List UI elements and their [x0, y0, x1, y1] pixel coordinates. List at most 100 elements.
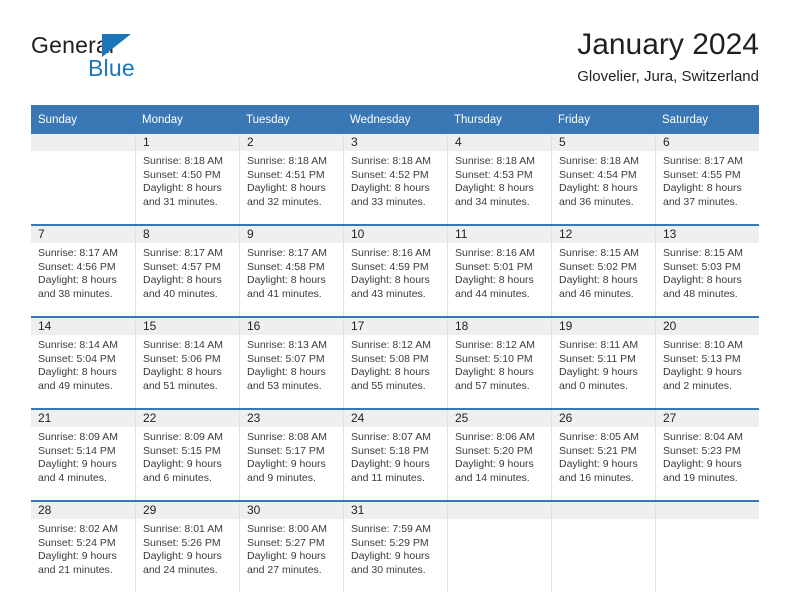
- day-cell-content: 10 Sunrise: 8:16 AM Sunset: 4:59 PM Dayligh…: [343, 226, 447, 316]
- calendar-day-cell[interactable]: 25 Sunrise: 8:06 AM Sunset: 5:20 PM Dayligh…: [447, 410, 551, 500]
- calendar-day-cell[interactable]: 31 Sunrise: 7:59 AM Sunset: 5:29 PM Dayligh…: [343, 502, 447, 592]
- calendar-day-cell[interactable]: 26 Sunrise: 8:05 AM Sunset: 5:21 PM Dayligh…: [551, 410, 655, 500]
- calendar-day-cell[interactable]: 18 Sunrise: 8:12 AM Sunset: 5:10 PM Dayligh…: [447, 318, 551, 408]
- day-sun-info: Sunrise: 8:17 AM Sunset: 4:55 PM Daylight:…: [656, 151, 759, 209]
- sunset-time: Sunset: 5:08 PM: [351, 352, 429, 365]
- daylight-duration-line1: Daylight: 8 hours: [143, 274, 222, 287]
- daylight-duration-line2: and 30 minutes.: [351, 563, 426, 576]
- sunset-time: Sunset: 5:14 PM: [38, 444, 116, 457]
- daylight-duration-line2: and 51 minutes.: [143, 379, 218, 392]
- calendar-day-cell[interactable]: [551, 502, 655, 592]
- daylight-duration-line2: and 53 minutes.: [247, 379, 322, 392]
- daylight-duration-line1: Daylight: 8 hours: [143, 182, 222, 195]
- daylight-duration-line1: Daylight: 8 hours: [351, 182, 430, 195]
- calendar-day-cell[interactable]: 28 Sunrise: 8:02 AM Sunset: 5:24 PM Dayligh…: [31, 502, 135, 592]
- sunrise-time: Sunrise: 8:18 AM: [143, 155, 223, 167]
- calendar-day-cell[interactable]: 8 Sunrise: 8:17 AM Sunset: 4:57 PM Daylight…: [135, 226, 239, 316]
- calendar-day-cell[interactable]: 16 Sunrise: 8:13 AM Sunset: 5:07 PM Dayligh…: [239, 318, 343, 408]
- calendar-day-cell[interactable]: [655, 502, 759, 592]
- sunrise-time: Sunrise: 8:09 AM: [38, 431, 118, 443]
- day-sun-info: Sunrise: 8:18 AM Sunset: 4:53 PM Daylight:…: [448, 151, 551, 209]
- day-number: 31: [344, 502, 447, 519]
- day-sun-info: Sunrise: 8:12 AM Sunset: 5:08 PM Daylight:…: [344, 335, 447, 393]
- calendar-day-cell[interactable]: 23 Sunrise: 8:08 AM Sunset: 5:17 PM Dayligh…: [239, 410, 343, 500]
- day-number: 18: [448, 318, 551, 335]
- sunset-time: Sunset: 5:04 PM: [38, 352, 116, 365]
- sunset-time: Sunset: 4:52 PM: [351, 168, 429, 181]
- sunset-time: Sunset: 5:15 PM: [143, 444, 221, 457]
- daylight-duration-line1: Daylight: 8 hours: [559, 274, 638, 287]
- weekday-header-sunday: Sunday: [31, 105, 135, 134]
- day-number: 5: [552, 134, 655, 151]
- calendar-grid: Sunday Monday Tuesday Wednesday Thursday…: [31, 105, 759, 592]
- calendar-day-cell[interactable]: 10 Sunrise: 8:16 AM Sunset: 4:59 PM Dayligh…: [343, 226, 447, 316]
- calendar-day-cell[interactable]: 29 Sunrise: 8:01 AM Sunset: 5:26 PM Dayligh…: [135, 502, 239, 592]
- calendar-day-cell[interactable]: 13 Sunrise: 8:15 AM Sunset: 5:03 PM Dayligh…: [655, 226, 759, 316]
- day-cell-content: [31, 134, 135, 224]
- calendar-week-row: 28 Sunrise: 8:02 AM Sunset: 5:24 PM Dayligh…: [31, 502, 759, 592]
- calendar-day-cell[interactable]: 9 Sunrise: 8:17 AM Sunset: 4:58 PM Daylight…: [239, 226, 343, 316]
- calendar-day-cell[interactable]: 6 Sunrise: 8:17 AM Sunset: 4:55 PM Daylight…: [655, 134, 759, 224]
- calendar-day-cell[interactable]: [447, 502, 551, 592]
- daylight-duration-line2: and 32 minutes.: [247, 195, 322, 208]
- weekday-header-wednesday: Wednesday: [343, 105, 447, 134]
- calendar-day-cell[interactable]: [31, 134, 135, 224]
- sunset-time: Sunset: 5:27 PM: [247, 536, 325, 549]
- calendar-day-cell[interactable]: 20 Sunrise: 8:10 AM Sunset: 5:13 PM Dayligh…: [655, 318, 759, 408]
- daylight-duration-line1: Daylight: 8 hours: [455, 366, 534, 379]
- title-block: January 2024 Glovelier, Jura, Switzerlan…: [577, 26, 759, 88]
- day-sun-info: Sunrise: 8:18 AM Sunset: 4:52 PM Daylight:…: [344, 151, 447, 209]
- calendar-day-cell[interactable]: 7 Sunrise: 8:17 AM Sunset: 4:56 PM Daylight…: [31, 226, 135, 316]
- calendar-page: General Blue January 2024 Glovelier, Jur…: [0, 0, 792, 612]
- calendar-day-cell[interactable]: 27 Sunrise: 8:04 AM Sunset: 5:23 PM Dayligh…: [655, 410, 759, 500]
- day-sun-info: Sunrise: 8:09 AM Sunset: 5:15 PM Daylight:…: [136, 427, 239, 485]
- general-blue-logo: General Blue: [31, 32, 201, 90]
- daylight-duration-line2: and 34 minutes.: [455, 195, 530, 208]
- calendar-day-cell[interactable]: 17 Sunrise: 8:12 AM Sunset: 5:08 PM Dayligh…: [343, 318, 447, 408]
- calendar-day-cell[interactable]: 2 Sunrise: 8:18 AM Sunset: 4:51 PM Daylight…: [239, 134, 343, 224]
- daylight-duration-line2: and 14 minutes.: [455, 471, 530, 484]
- day-sun-info: Sunrise: 8:17 AM Sunset: 4:57 PM Daylight:…: [136, 243, 239, 301]
- daylight-duration-line1: Daylight: 9 hours: [247, 550, 326, 563]
- calendar-day-cell[interactable]: 12 Sunrise: 8:15 AM Sunset: 5:02 PM Dayligh…: [551, 226, 655, 316]
- calendar-day-cell[interactable]: 5 Sunrise: 8:18 AM Sunset: 4:54 PM Daylight…: [551, 134, 655, 224]
- sunset-time: Sunset: 5:20 PM: [455, 444, 533, 457]
- weekday-header-saturday: Saturday: [655, 105, 759, 134]
- calendar-day-cell[interactable]: 1 Sunrise: 8:18 AM Sunset: 4:50 PM Daylight…: [135, 134, 239, 224]
- daylight-duration-line1: Daylight: 8 hours: [455, 182, 534, 195]
- daylight-duration-line1: Daylight: 9 hours: [559, 458, 638, 471]
- day-number: 14: [31, 318, 135, 335]
- day-sun-info: Sunrise: 8:06 AM Sunset: 5:20 PM Daylight:…: [448, 427, 551, 485]
- sunset-time: Sunset: 4:54 PM: [559, 168, 637, 181]
- calendar-day-cell[interactable]: 11 Sunrise: 8:16 AM Sunset: 5:01 PM Dayligh…: [447, 226, 551, 316]
- calendar-day-cell[interactable]: 21 Sunrise: 8:09 AM Sunset: 5:14 PM Dayligh…: [31, 410, 135, 500]
- sunset-time: Sunset: 5:13 PM: [663, 352, 741, 365]
- daylight-duration-line2: and 38 minutes.: [38, 287, 113, 300]
- sunset-time: Sunset: 5:10 PM: [455, 352, 533, 365]
- sunrise-time: Sunrise: 8:08 AM: [247, 431, 327, 443]
- weekday-header-monday: Monday: [135, 105, 239, 134]
- day-sun-info: Sunrise: 8:14 AM Sunset: 5:04 PM Daylight:…: [31, 335, 135, 393]
- day-cell-content: 13 Sunrise: 8:15 AM Sunset: 5:03 PM Dayligh…: [655, 226, 759, 316]
- day-cell-content: 30 Sunrise: 8:00 AM Sunset: 5:27 PM Dayligh…: [239, 502, 343, 592]
- daylight-duration-line1: Daylight: 9 hours: [143, 550, 222, 563]
- calendar-week-row: 21 Sunrise: 8:09 AM Sunset: 5:14 PM Dayligh…: [31, 410, 759, 500]
- calendar-day-cell[interactable]: 15 Sunrise: 8:14 AM Sunset: 5:06 PM Dayligh…: [135, 318, 239, 408]
- daylight-duration-line2: and 37 minutes.: [663, 195, 738, 208]
- calendar-day-cell[interactable]: 24 Sunrise: 8:07 AM Sunset: 5:18 PM Dayligh…: [343, 410, 447, 500]
- calendar-day-cell[interactable]: 3 Sunrise: 8:18 AM Sunset: 4:52 PM Daylight…: [343, 134, 447, 224]
- day-sun-info: Sunrise: 7:59 AM Sunset: 5:29 PM Daylight:…: [344, 519, 447, 577]
- sunrise-time: Sunrise: 8:11 AM: [559, 339, 639, 351]
- sunset-time: Sunset: 5:02 PM: [559, 260, 637, 273]
- sunset-time: Sunset: 5:24 PM: [38, 536, 116, 549]
- calendar-day-cell[interactable]: 30 Sunrise: 8:00 AM Sunset: 5:27 PM Dayligh…: [239, 502, 343, 592]
- calendar-day-cell[interactable]: 14 Sunrise: 8:14 AM Sunset: 5:04 PM Dayligh…: [31, 318, 135, 408]
- sunrise-time: Sunrise: 8:07 AM: [351, 431, 431, 443]
- day-cell-content: 27 Sunrise: 8:04 AM Sunset: 5:23 PM Dayligh…: [655, 410, 759, 500]
- calendar-day-cell[interactable]: 22 Sunrise: 8:09 AM Sunset: 5:15 PM Dayligh…: [135, 410, 239, 500]
- day-sun-info: Sunrise: 8:11 AM Sunset: 5:11 PM Daylight:…: [552, 335, 655, 393]
- calendar-day-cell[interactable]: 4 Sunrise: 8:18 AM Sunset: 4:53 PM Daylight…: [447, 134, 551, 224]
- daylight-duration-line1: Daylight: 8 hours: [455, 274, 534, 287]
- day-sun-info: Sunrise: 8:17 AM Sunset: 4:58 PM Daylight:…: [240, 243, 343, 301]
- calendar-day-cell[interactable]: 19 Sunrise: 8:11 AM Sunset: 5:11 PM Dayligh…: [551, 318, 655, 408]
